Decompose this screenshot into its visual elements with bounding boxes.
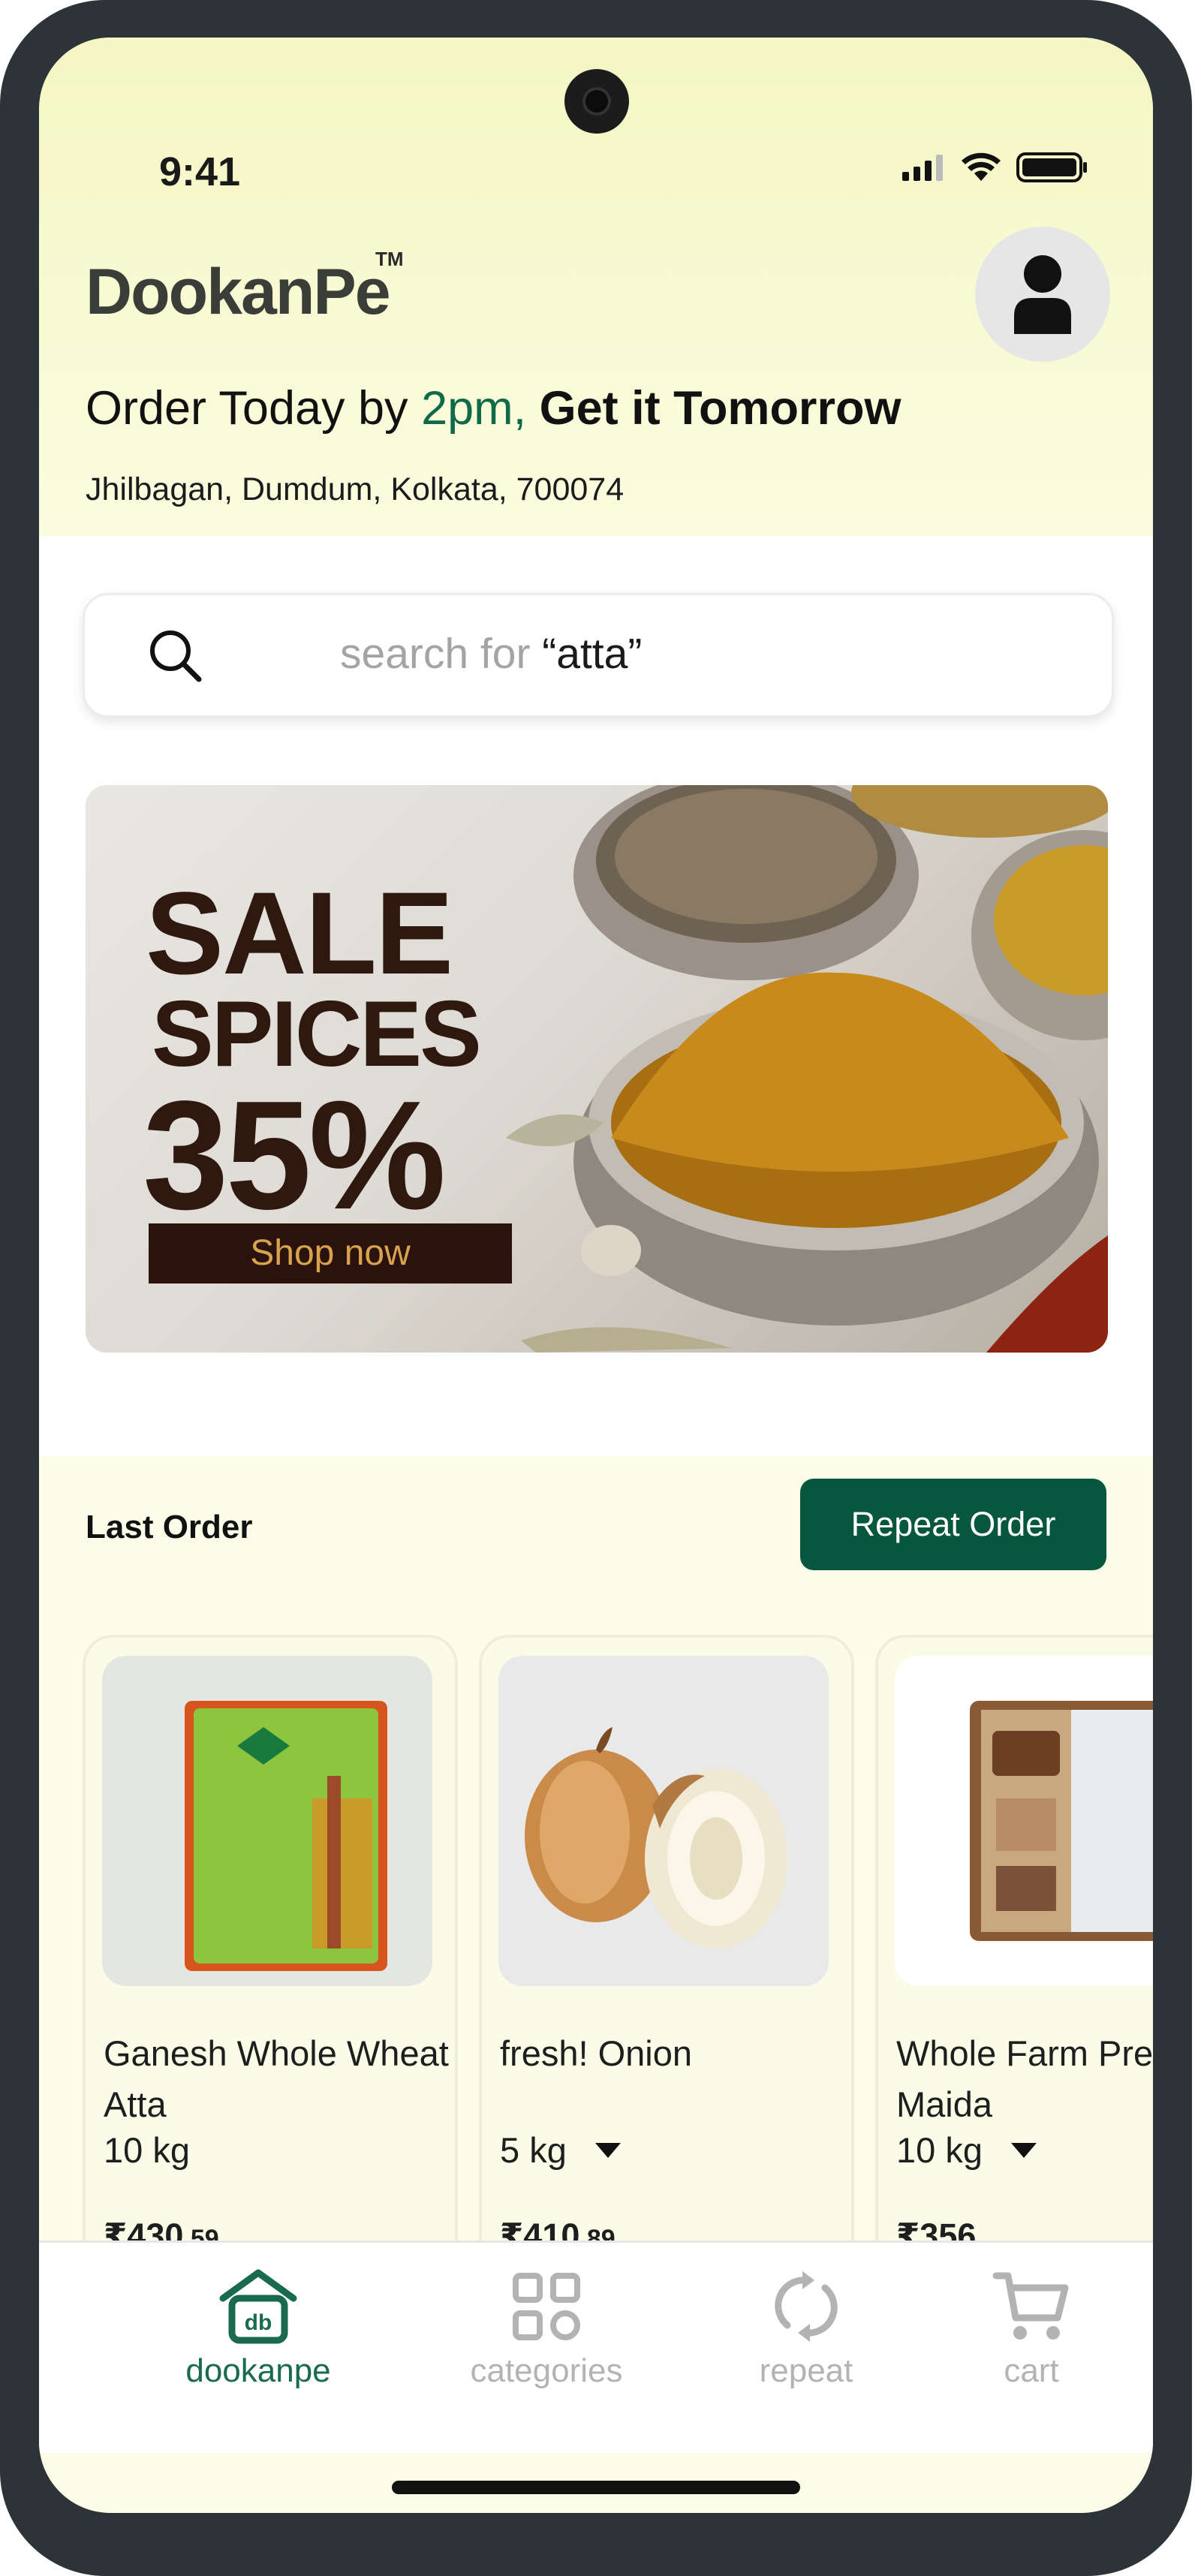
product-name: fresh! Onion (500, 2033, 693, 2073)
quantity-label: 10 kg (896, 2130, 983, 2170)
shop-now-button[interactable]: Shop now (149, 1223, 512, 1283)
profile-button[interactable] (975, 227, 1110, 362)
repeat-order-button[interactable]: Repeat Order (800, 1479, 1106, 1570)
user-icon (1014, 255, 1071, 334)
app-screen: 9:41 DookanPe TM Order Today by 2pm, Get… (39, 38, 1153, 2513)
chevron-down-icon[interactable] (1010, 2142, 1037, 2158)
categories-icon (513, 2273, 580, 2340)
tagline-prefix: Order Today by (86, 382, 422, 435)
last-order-title: Last Order (86, 1509, 253, 1545)
banner-discount-text: 35% (143, 1069, 446, 1241)
banner-spices-text: SPICES (152, 983, 482, 1086)
status-icons (902, 152, 1088, 183)
product-quantity: 10 kg (104, 2129, 190, 2171)
cart-icon (992, 2272, 1069, 2340)
promo-banner[interactable]: SALE SPICES 35% Shop now (86, 785, 1108, 1353)
signal-icon (902, 155, 943, 181)
nav-item-repeat[interactable]: repeat (709, 2265, 904, 2390)
wifi-icon (962, 152, 1001, 181)
product-image (498, 1656, 829, 1986)
product-card[interactable]: Whole Farm Premium Maida 10 kg ₹356 (875, 1635, 1153, 2316)
volume-button (1181, 934, 1192, 1092)
product-quantity[interactable]: 10 kg (896, 2129, 1037, 2171)
search-icon (150, 630, 202, 682)
quantity-label: 5 kg (500, 2130, 567, 2170)
search-placeholder-prefix: search for (340, 630, 543, 678)
delivery-address[interactable]: Jhilbagan, Dumdum, Kolkata, 700074 (86, 471, 624, 508)
chevron-down-icon[interactable] (594, 2142, 621, 2158)
banner-sale-text: SALE (146, 868, 453, 999)
onion-image (525, 1727, 787, 1949)
home-icon: db (219, 2269, 297, 2344)
status-time: 9:41 (159, 149, 241, 194)
repeat-icon (775, 2271, 838, 2342)
product-image (102, 1656, 432, 1986)
search-placeholder: search for “atta” (340, 629, 642, 679)
search-placeholder-query: “atta” (542, 630, 643, 678)
search-bar[interactable]: search for “atta” (83, 593, 1114, 718)
product-card[interactable]: Ganesh Whole Wheat Atta 10 kg ₹430.59 (83, 1635, 458, 2316)
nav-item-categories[interactable]: categories (449, 2265, 644, 2390)
product-image (895, 1656, 1153, 1986)
nav-item-cart[interactable]: cart (934, 2265, 1129, 2390)
product-quantity[interactable]: 5 kg (500, 2129, 621, 2171)
trademark: TM (375, 248, 404, 270)
tagline-suffix: Get it Tomorrow (526, 382, 902, 435)
power-button (1181, 495, 1192, 796)
maida-pack-image (970, 1701, 1153, 1941)
nav-item-dookanpe[interactable]: db dookanpe (161, 2265, 356, 2390)
nav-label: repeat (759, 2352, 853, 2389)
home-indicator[interactable] (392, 2481, 800, 2494)
nav-label: categories (470, 2352, 623, 2389)
quantity-label: 10 kg (104, 2130, 190, 2170)
product-card[interactable]: fresh! Onion 5 kg ₹410.89 (479, 1635, 854, 2316)
nav-label: cart (1004, 2352, 1059, 2389)
tagline-time: 2pm, (421, 382, 527, 435)
svg-text:db: db (245, 2310, 272, 2335)
front-camera (564, 69, 629, 134)
bottom-navigation: db dookanpe categories repeat cart (39, 2240, 1153, 2453)
delivery-tagline: Order Today by 2pm, Get it Tomorrow (86, 381, 901, 435)
atta-pack-image (185, 1701, 387, 1971)
nav-label: dookanpe (185, 2352, 331, 2389)
app-logo: DookanPe (86, 256, 391, 328)
phone-frame: 9:41 DookanPe TM Order Today by 2pm, Get… (0, 0, 1192, 2576)
product-name: Ganesh Whole Wheat Atta (104, 2033, 449, 2124)
battery-icon (1016, 152, 1087, 182)
product-name: Whole Farm Premium Maida (896, 2033, 1153, 2124)
